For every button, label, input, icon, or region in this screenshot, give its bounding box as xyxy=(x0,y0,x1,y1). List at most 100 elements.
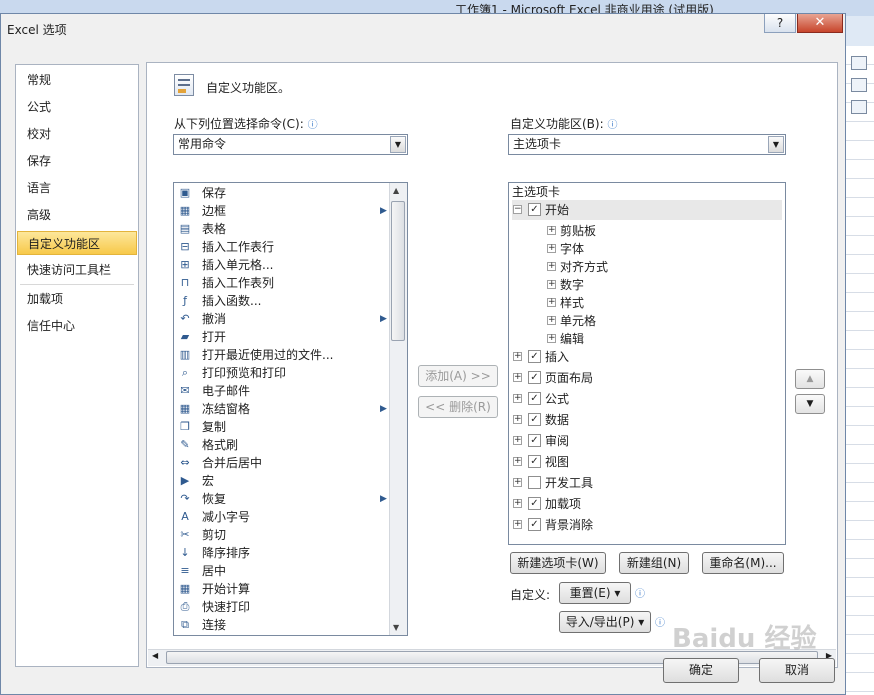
rename-button[interactable]: 重命名(M)... xyxy=(702,552,784,574)
command-item[interactable]: ⎙ 快速打印 xyxy=(176,598,386,616)
expand-icon[interactable]: + xyxy=(513,457,522,466)
expand-icon[interactable]: + xyxy=(513,436,522,445)
expand-icon[interactable]: + xyxy=(547,316,556,325)
customize-ribbon-dropdown[interactable]: 主选项卡 ▼ xyxy=(508,134,786,155)
expand-icon[interactable]: + xyxy=(513,373,522,382)
command-item[interactable]: ⊓ 插入工作表列 xyxy=(176,274,386,292)
checkbox-checked-icon[interactable]: ✓ xyxy=(528,434,541,447)
insert-column-icon: ⊓ xyxy=(180,276,190,289)
scrollbar-thumb[interactable] xyxy=(391,201,405,341)
tree-tab-14[interactable]: + 开发工具 xyxy=(512,473,782,493)
command-item[interactable]: ▥ 打开最近使用过的文件... xyxy=(176,346,386,364)
tree-tab-8[interactable]: + ✓ 插入 xyxy=(512,347,782,367)
new-group-button[interactable]: 新建组(N) xyxy=(619,552,689,574)
command-item[interactable]: ⧉ 连接 xyxy=(176,616,386,634)
expand-icon[interactable]: + xyxy=(547,298,556,307)
expand-icon[interactable]: + xyxy=(513,415,522,424)
nav-item-customize-ribbon[interactable]: 自定义功能区 xyxy=(17,231,137,255)
expand-icon[interactable]: + xyxy=(547,226,556,235)
command-label: 快速打印 xyxy=(202,600,251,614)
command-item[interactable]: ↓ 降序排序 xyxy=(176,544,386,562)
tree-tab-10[interactable]: + ✓ 公式 xyxy=(512,389,782,409)
command-item[interactable]: ⊟ 插入工作表行 xyxy=(176,238,386,256)
command-item[interactable]: ↷ 恢复 ▶ xyxy=(176,490,387,508)
commands-list-scrollbar[interactable]: ▲ ▼ xyxy=(389,183,407,635)
command-item[interactable]: ▤ 表格 xyxy=(176,220,386,238)
command-item[interactable]: ✂ 剪切 xyxy=(176,526,386,544)
nav-item-formulas[interactable]: 公式 xyxy=(17,95,137,119)
reset-button[interactable]: 重置(E) ▾ xyxy=(559,582,631,604)
command-item[interactable]: ▰ 打开 xyxy=(176,328,386,346)
checkbox-checked-icon[interactable]: ✓ xyxy=(528,413,541,426)
command-item[interactable]: ⊞ 插入单元格... xyxy=(176,256,386,274)
tree-tab-0[interactable]: − ✓ 开始 xyxy=(512,200,782,220)
command-item[interactable]: ▦ 开始计算 xyxy=(176,580,386,598)
checkbox-checked-icon[interactable]: ✓ xyxy=(528,497,541,510)
checkbox-checked-icon[interactable]: ✓ xyxy=(528,203,541,216)
tree-tab-11[interactable]: + ✓ 数据 xyxy=(512,410,782,430)
new-tab-button[interactable]: 新建选项卡(W) xyxy=(510,552,606,574)
scroll-down-icon[interactable]: ▼ xyxy=(393,623,399,632)
command-item[interactable]: ▶ 宏 xyxy=(176,472,386,490)
command-item[interactable]: ▣ 保存 xyxy=(176,184,386,202)
command-item[interactable]: ⇔ 合并后居中 xyxy=(176,454,386,472)
nav-item-advanced[interactable]: 高级 xyxy=(17,203,137,227)
nav-item-quick-access-toolbar[interactable]: 快速访问工具栏 xyxy=(17,258,137,282)
expand-icon[interactable]: + xyxy=(513,394,522,403)
checkbox-empty-icon[interactable] xyxy=(528,476,541,489)
nav-item-save[interactable]: 保存 xyxy=(17,149,137,173)
nav-item-add-ins[interactable]: 加载项 xyxy=(17,287,137,311)
remove-button[interactable]: << 删除(R) xyxy=(418,396,498,418)
checkbox-checked-icon[interactable]: ✓ xyxy=(528,371,541,384)
tree-tab-9[interactable]: + ✓ 页面布局 xyxy=(512,368,782,388)
expand-icon[interactable]: + xyxy=(513,352,522,361)
expand-icon[interactable]: + xyxy=(547,280,556,289)
import-export-button[interactable]: 导入/导出(P) ▾ xyxy=(559,611,651,633)
tree-tab-12[interactable]: + ✓ 审阅 xyxy=(512,431,782,451)
nav-item-trust-center[interactable]: 信任中心 xyxy=(17,314,137,338)
tree-tab-16[interactable]: + ✓ 背景消除 xyxy=(512,515,782,535)
commands-list[interactable]: ▣ 保存 ▦ 边框 ▶ ▤ 表格 ⊟ 插入工作表行 ⊞ 插入单元格... ⊓ 插入工作表列 ƒ 插入函数..… xyxy=(173,182,408,636)
ribbon-tabs-tree[interactable]: 主选项卡 − ✓ 开始 + 剪贴板 + 字体 + 对齐方式 + 数字 + 样式 + 单元格 + 编辑 + ✓ 插入 + ✓… xyxy=(508,182,786,545)
expand-icon[interactable]: + xyxy=(513,478,522,487)
chevron-down-icon[interactable]: ▼ xyxy=(768,136,784,153)
checkbox-checked-icon[interactable]: ✓ xyxy=(528,350,541,363)
command-item[interactable]: ▦ 冻结窗格 ▶ xyxy=(176,400,387,418)
scroll-up-icon[interactable]: ▲ xyxy=(393,186,399,195)
command-item[interactable]: ƒ 插入函数... xyxy=(176,292,386,310)
move-up-button[interactable]: ▲ xyxy=(795,369,825,389)
command-item[interactable]: ✎ 格式刷 xyxy=(176,436,386,454)
command-item[interactable]: ❐ 复制 xyxy=(176,418,386,436)
cancel-button[interactable]: 取消 xyxy=(759,658,835,683)
command-item[interactable]: A 减小字号 xyxy=(176,508,386,526)
expand-icon[interactable]: + xyxy=(513,499,522,508)
recent-file-icon: ▥ xyxy=(179,348,191,361)
nav-item-general[interactable]: 常规 xyxy=(17,68,137,92)
expand-icon[interactable]: + xyxy=(547,262,556,271)
add-button[interactable]: 添加(A) >> xyxy=(418,365,498,387)
nav-item-language[interactable]: 语言 xyxy=(17,176,137,200)
expand-icon[interactable]: + xyxy=(547,334,556,343)
expand-icon[interactable]: + xyxy=(513,520,522,529)
nav-item-proofing[interactable]: 校对 xyxy=(17,122,137,146)
tree-tab-13[interactable]: + ✓ 视图 xyxy=(512,452,782,472)
collapse-icon[interactable]: − xyxy=(513,205,522,214)
command-item[interactable]: ↶ 撤消 ▶ xyxy=(176,310,387,328)
scroll-left-icon[interactable]: ◀ xyxy=(152,651,158,660)
command-item[interactable]: ▦ 边框 ▶ xyxy=(176,202,387,220)
move-down-button[interactable]: ▼ xyxy=(795,394,825,414)
checkbox-checked-icon[interactable]: ✓ xyxy=(528,518,541,531)
expand-icon[interactable]: + xyxy=(547,244,556,253)
command-item[interactable]: ≡ 居中 xyxy=(176,562,386,580)
tree-tab-15[interactable]: + ✓ 加载项 xyxy=(512,494,782,514)
help-button[interactable]: ? xyxy=(764,14,796,33)
close-button[interactable]: ✕ xyxy=(797,14,843,33)
command-item[interactable]: ⌕ 打印预览和打印 xyxy=(176,364,386,382)
command-item[interactable]: ✉ 电子邮件 xyxy=(176,382,386,400)
checkbox-checked-icon[interactable]: ✓ xyxy=(528,392,541,405)
ok-button[interactable]: 确定 xyxy=(663,658,739,683)
chevron-down-icon[interactable]: ▼ xyxy=(390,136,406,153)
section-title: 自定义功能区。 xyxy=(206,81,291,95)
choose-commands-dropdown[interactable]: 常用命令 ▼ xyxy=(173,134,408,155)
checkbox-checked-icon[interactable]: ✓ xyxy=(528,455,541,468)
